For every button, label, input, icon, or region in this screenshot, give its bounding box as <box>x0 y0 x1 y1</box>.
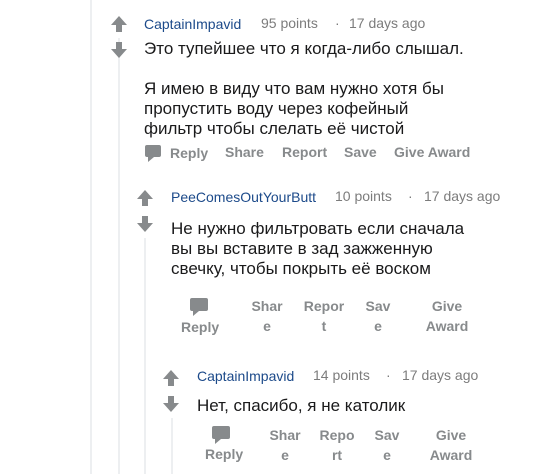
meta-separator: · <box>335 15 340 31</box>
comment-points: 95 points <box>261 15 318 31</box>
comment-timestamp[interactable]: 17 days ago <box>402 367 478 383</box>
comment-author[interactable]: CaptainImpavid <box>197 368 294 384</box>
comment-bubble-icon <box>212 426 230 444</box>
reply-button[interactable]: Reply <box>170 145 208 161</box>
downvote-icon[interactable] <box>109 40 129 60</box>
upvote-icon[interactable] <box>135 188 155 208</box>
share-button[interactable]: Shar e <box>264 425 306 465</box>
give-award-button[interactable]: Give Award <box>394 144 470 160</box>
share-button[interactable]: Share <box>225 144 264 160</box>
comment-body: Это тупейшее что я когда-либо слышал. Я … <box>144 39 464 138</box>
thread-line-level-1[interactable] <box>118 38 120 474</box>
report-button[interactable]: Repor t <box>298 296 350 336</box>
comment-body: Нет, спасибо, я не католик <box>197 396 406 415</box>
downvote-icon[interactable] <box>135 214 155 234</box>
meta-separator: · <box>386 367 391 383</box>
comment-points: 14 points <box>313 367 370 383</box>
comment-author[interactable]: PeeComesOutYourButt <box>171 189 316 205</box>
comment-timestamp[interactable]: 17 days ago <box>349 15 425 31</box>
save-button[interactable]: Save <box>344 144 377 160</box>
comment-bubble-icon <box>190 298 208 316</box>
comment-bubble-icon <box>145 145 161 162</box>
report-button[interactable]: Report <box>282 144 327 160</box>
upvote-icon[interactable] <box>109 14 129 34</box>
thread-line-level-0[interactable] <box>90 0 92 474</box>
reply-button[interactable]: Reply <box>205 446 243 462</box>
upvote-icon[interactable] <box>161 368 181 388</box>
reply-button[interactable]: Reply <box>181 319 219 335</box>
comment-timestamp[interactable]: 17 days ago <box>424 188 500 204</box>
comment-points: 10 points <box>335 188 392 204</box>
give-award-button[interactable]: Give Award <box>423 425 479 465</box>
share-button[interactable]: Shar e <box>246 296 288 336</box>
downvote-icon[interactable] <box>161 394 181 414</box>
comment-body: Не нужно фильтровать если сначала вы вы … <box>171 219 465 278</box>
comment-author[interactable]: CaptainImpavid <box>144 16 241 32</box>
give-award-button[interactable]: Give Award <box>419 296 475 336</box>
save-button[interactable]: Sav e <box>369 425 405 465</box>
report-button[interactable]: Repo rt <box>314 425 360 465</box>
meta-separator: · <box>408 188 413 204</box>
save-button[interactable]: Sav e <box>360 296 396 336</box>
thread-line-level-3[interactable] <box>171 418 173 474</box>
thread-line-level-2[interactable] <box>144 238 146 474</box>
